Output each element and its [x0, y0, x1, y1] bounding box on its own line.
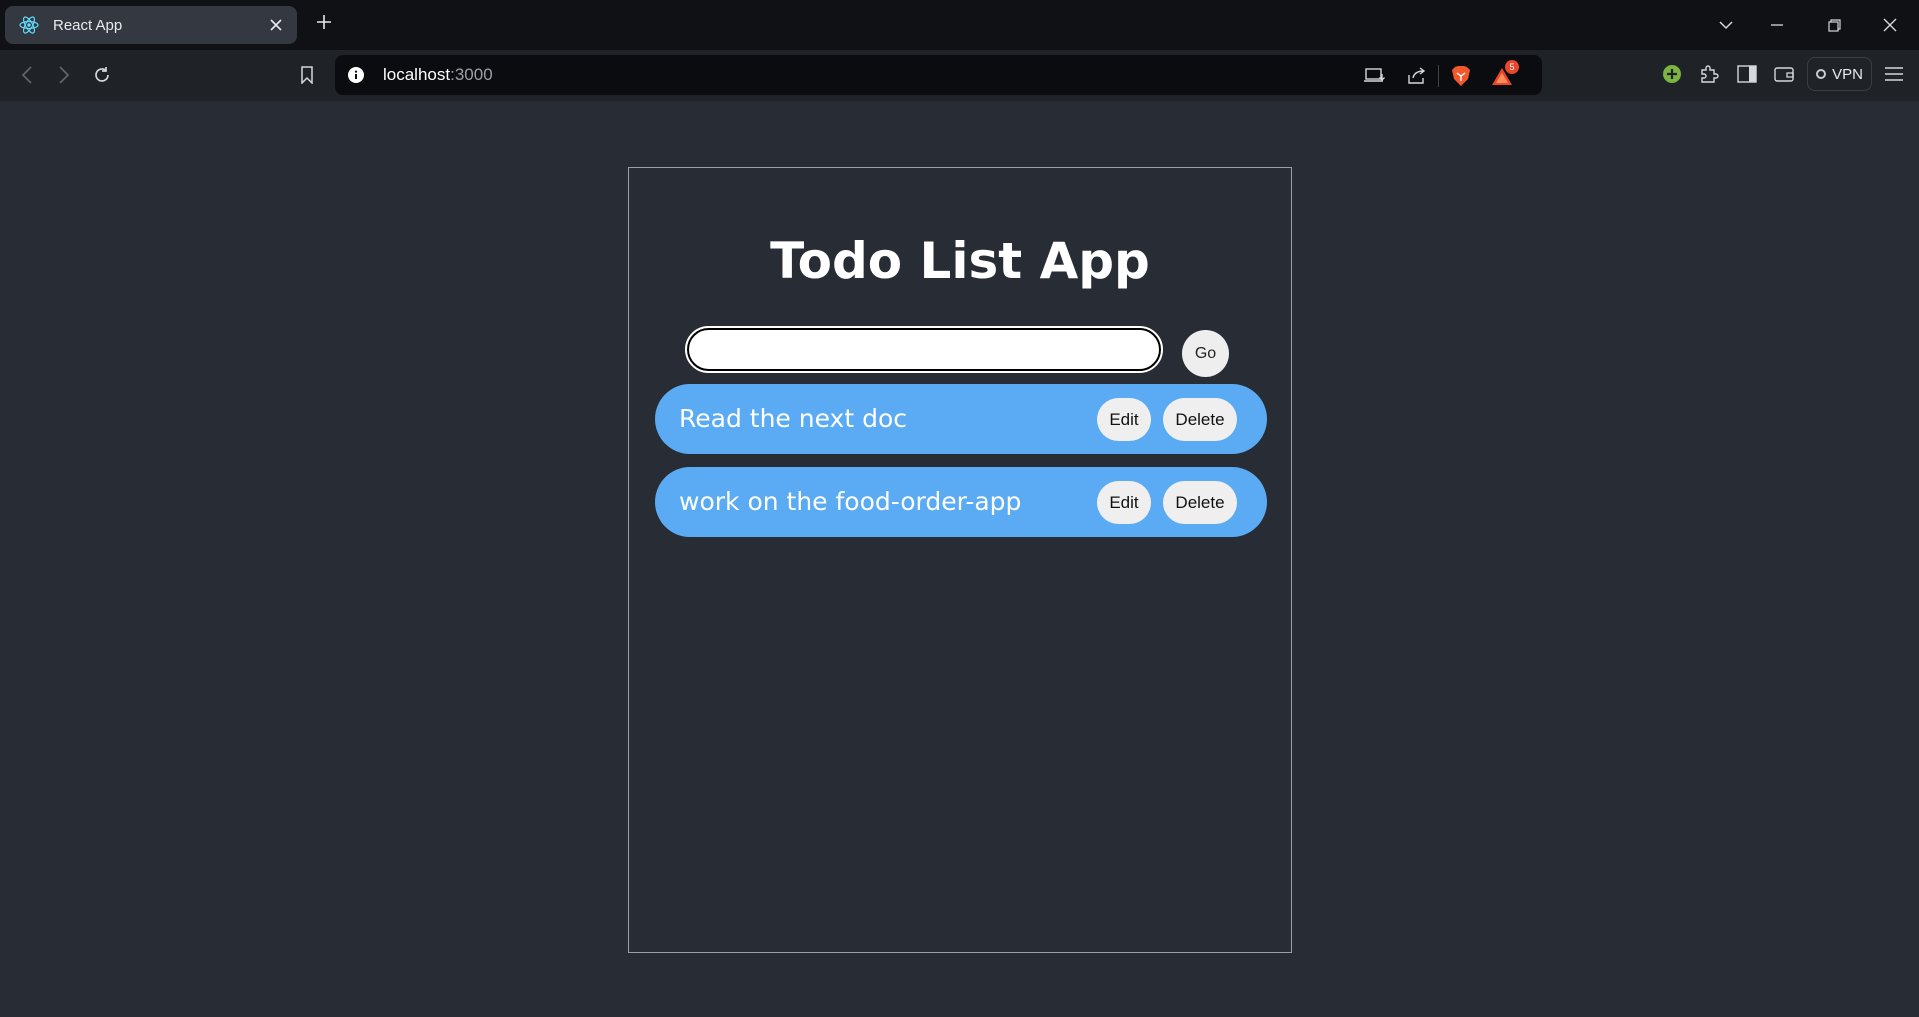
share-icon[interactable] [1405, 65, 1429, 87]
wallet-icon[interactable] [1772, 62, 1796, 86]
install-app-icon[interactable] [1363, 65, 1387, 87]
url-port: :3000 [450, 65, 493, 84]
delete-button[interactable]: Delete [1163, 398, 1237, 441]
vpn-label: VPN [1832, 65, 1863, 83]
extensions-puzzle-icon[interactable] [1697, 62, 1721, 86]
delete-button[interactable]: Delete [1163, 481, 1237, 524]
todo-item: Read the next doc Edit Delete [655, 384, 1267, 454]
reload-icon[interactable] [89, 62, 115, 88]
url-host: localhost [383, 65, 451, 84]
todo-text: Read the next doc [679, 404, 907, 433]
tab-strip: React App [0, 0, 1919, 50]
url-text: localhost:3000 [383, 65, 493, 85]
react-logo-icon [19, 15, 39, 35]
todo-item: work on the food-order-app Edit Delete [655, 467, 1267, 537]
notification-badge: 5 [1505, 60, 1519, 74]
close-window-icon[interactable] [1877, 12, 1903, 38]
page-title: Todo List App [770, 232, 1150, 290]
bookmark-icon[interactable] [294, 62, 320, 88]
todo-input[interactable] [685, 326, 1163, 373]
browser-toolbar: localhost:3000 5 [0, 50, 1919, 101]
todo-text: work on the food-order-app [679, 487, 1022, 516]
vpn-button[interactable]: VPN [1807, 57, 1872, 91]
todo-app-container: Todo List App Go Read the next doc Edit … [628, 167, 1292, 953]
address-bar[interactable]: localhost:3000 5 [335, 55, 1542, 95]
menu-hamburger-icon[interactable] [1882, 62, 1906, 86]
go-button[interactable]: Go [1182, 330, 1229, 377]
site-info-icon[interactable] [347, 66, 365, 84]
tab-title: React App [53, 16, 123, 34]
vpn-status-icon [1816, 69, 1827, 79]
url-divider [1438, 65, 1439, 87]
edit-button[interactable]: Edit [1097, 398, 1151, 441]
brave-shields-icon[interactable] [1449, 65, 1473, 87]
minimize-icon[interactable] [1764, 12, 1790, 38]
back-arrow-icon[interactable] [14, 62, 40, 88]
brave-rewards-icon[interactable]: 5 [1491, 60, 1519, 87]
close-tab-icon[interactable] [267, 16, 285, 34]
browser-tab[interactable]: React App [5, 6, 297, 44]
extension-add-icon[interactable] [1660, 62, 1684, 86]
sidebar-toggle-icon[interactable] [1735, 62, 1759, 86]
tab-search-chevron-icon[interactable] [1713, 12, 1739, 38]
new-tab-button[interactable] [312, 12, 336, 36]
restore-icon[interactable] [1821, 12, 1847, 38]
forward-arrow-icon[interactable] [51, 62, 77, 88]
edit-button[interactable]: Edit [1097, 481, 1151, 524]
